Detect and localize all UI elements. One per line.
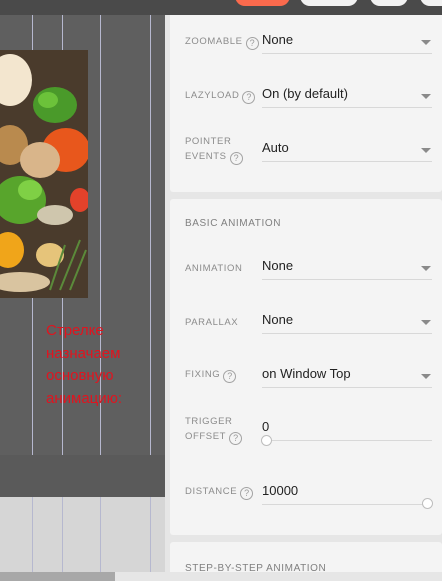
help-icon[interactable]: ? [223, 370, 237, 383]
trigger-offset-slider[interactable] [262, 440, 432, 441]
lazyload-select[interactable]: On (by default) [262, 84, 432, 108]
distance-slider-handle[interactable] [422, 498, 433, 509]
chevron-down-icon [421, 148, 431, 153]
parallax-select[interactable]: None [262, 310, 432, 334]
zoomable-label: ZOOMABLE? [185, 34, 259, 50]
chevron-down-icon [421, 374, 431, 379]
animation-select[interactable]: None [262, 256, 432, 280]
pointer-events-select[interactable]: Auto [262, 138, 432, 162]
parallax-label: PARALLAX [185, 317, 239, 328]
distance-label: DISTANCE? [185, 484, 254, 500]
chevron-down-icon [421, 94, 431, 99]
distance-value[interactable]: 10000 [262, 483, 298, 498]
fixing-select[interactable]: on Window Top [262, 364, 432, 388]
trigger-offset-label: TRIGGER OFFSET? [185, 414, 243, 445]
toolbar-button[interactable] [370, 0, 408, 6]
help-icon[interactable]: ? [229, 152, 243, 165]
zoomable-select[interactable]: None [262, 30, 432, 54]
lazyload-label: LAZYLOAD? [185, 88, 256, 104]
annotation-note: Стрелке назначаем основную анимацию: [46, 322, 123, 407]
food-image[interactable] [0, 50, 88, 298]
chevron-down-icon [421, 40, 431, 45]
animation-label: ANIMATION [185, 263, 243, 274]
pointer-events-label: POINTER EVENTS? [185, 134, 243, 165]
trigger-offset-value[interactable]: 0 [262, 419, 269, 434]
help-icon[interactable]: ? [245, 37, 259, 50]
canvas-footer-area [0, 455, 165, 497]
fixing-label: FIXING? [185, 367, 237, 383]
trigger-offset-slider-handle[interactable] [261, 435, 272, 446]
canvas-grid [0, 497, 165, 581]
scrollbar-thumb[interactable] [0, 572, 115, 581]
help-icon[interactable]: ? [242, 91, 256, 104]
distance-slider[interactable] [262, 504, 432, 505]
publish-button[interactable] [235, 0, 290, 6]
chevron-down-icon [421, 266, 431, 271]
chevron-down-icon [421, 320, 431, 325]
basic-animation-title: BASIC ANIMATION [185, 218, 282, 229]
help-icon[interactable]: ? [229, 432, 243, 445]
toolbar-button[interactable] [300, 0, 358, 6]
top-toolbar [0, 0, 442, 15]
help-icon[interactable]: ? [240, 487, 254, 500]
toolbar-button[interactable] [420, 0, 442, 6]
